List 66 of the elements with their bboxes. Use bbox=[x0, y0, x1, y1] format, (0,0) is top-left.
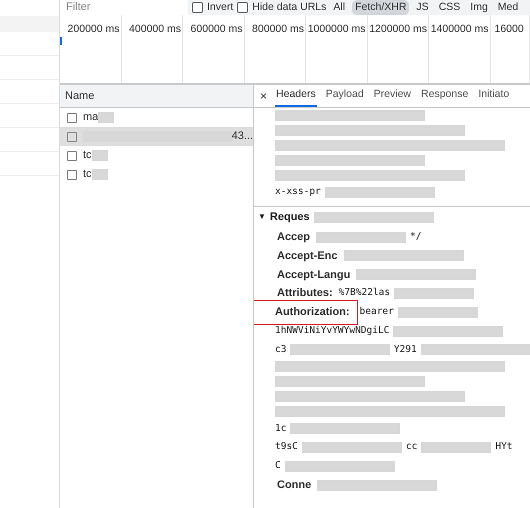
timeline-tick: 1000000 ms bbox=[306, 15, 368, 83]
filter-field[interactable]: Filter bbox=[60, 0, 188, 15]
header-name: Authorization: bbox=[255, 302, 356, 323]
tab[interactable]: Initiato bbox=[477, 85, 510, 107]
timeline-tick: 1200000 ms bbox=[368, 15, 429, 83]
tab[interactable]: Headers bbox=[275, 85, 317, 107]
checkbox[interactable] bbox=[67, 132, 77, 142]
header-value: t9sC bbox=[275, 440, 298, 454]
timeline-tick: 800000 ms bbox=[244, 15, 306, 83]
checkbox-label[interactable]: Invert bbox=[192, 0, 234, 15]
request-row[interactable]: ma bbox=[60, 108, 253, 127]
header-name: Attributes: bbox=[276, 286, 334, 302]
type-filter-button[interactable]: All bbox=[330, 0, 348, 15]
header-value: cc bbox=[406, 440, 418, 454]
request-name: ma bbox=[83, 110, 98, 126]
expand-toggle[interactable]: ▼ bbox=[258, 211, 266, 224]
request-row[interactable]: 43... bbox=[60, 127, 253, 146]
header-name: Accept-Langu bbox=[276, 268, 352, 283]
request-row[interactable]: tc bbox=[60, 146, 253, 165]
header-name: Accep bbox=[276, 230, 312, 245]
timeline-tick: 1400000 ms bbox=[429, 15, 490, 83]
checkbox[interactable] bbox=[192, 2, 203, 13]
section-title[interactable]: Reques bbox=[270, 209, 310, 226]
redacted-text bbox=[98, 112, 114, 123]
redacted-text bbox=[421, 442, 492, 454]
header-value: 1hNWViNiYvYWYwNDgiLC bbox=[275, 324, 390, 338]
column-header[interactable]: Name bbox=[60, 85, 253, 108]
request-row[interactable]: tc bbox=[60, 165, 253, 184]
checkbox-label[interactable]: Hide data URLs bbox=[237, 0, 326, 15]
request-name: tc bbox=[83, 167, 92, 182]
header-value: Y291 bbox=[394, 342, 417, 357]
header-name: Accept-Enc bbox=[276, 248, 339, 264]
header-value: bearer bbox=[360, 305, 394, 320]
tab[interactable]: Preview bbox=[372, 85, 412, 107]
timeline-tick: 16000 bbox=[490, 15, 530, 83]
tab[interactable]: Response bbox=[420, 85, 470, 107]
header-value: x-xss-pr bbox=[275, 185, 321, 200]
checkbox[interactable] bbox=[67, 150, 77, 160]
header-value: HYt bbox=[495, 440, 513, 454]
list-row bbox=[0, 16, 59, 32]
header-value: c3 bbox=[275, 342, 286, 357]
checkbox[interactable] bbox=[237, 2, 248, 13]
header-value: C bbox=[275, 459, 281, 474]
close-button[interactable]: × bbox=[260, 85, 268, 107]
type-filter-button[interactable]: Fetch/XHR bbox=[352, 0, 410, 15]
header-value: %7B%22las bbox=[338, 286, 390, 300]
request-name: tc bbox=[83, 148, 92, 164]
request-name: 43... bbox=[232, 129, 253, 144]
header-value: 1c bbox=[275, 422, 286, 436]
redacted-text bbox=[92, 150, 108, 161]
checkbox[interactable] bbox=[67, 170, 77, 180]
timeline-tick: 600000 ms bbox=[183, 15, 244, 83]
checkbox[interactable] bbox=[67, 112, 77, 122]
type-filter-button[interactable]: Img bbox=[467, 0, 491, 15]
header-name: Conne bbox=[276, 478, 312, 493]
type-filter-button[interactable]: Med bbox=[494, 0, 522, 15]
timeline-marker bbox=[60, 37, 62, 45]
type-filter-button[interactable]: CSS bbox=[436, 0, 464, 15]
tab[interactable]: Payload bbox=[324, 85, 365, 107]
redacted-text bbox=[92, 169, 108, 180]
checkbox-text: Invert bbox=[207, 0, 234, 15]
type-filter-button[interactable]: JS bbox=[413, 0, 432, 15]
checkbox-text: Hide data URLs bbox=[252, 0, 326, 15]
timeline-tick: 400000 ms bbox=[122, 15, 183, 83]
timeline-tick: 200000 ms bbox=[60, 15, 122, 83]
header-value: */ bbox=[410, 230, 422, 244]
